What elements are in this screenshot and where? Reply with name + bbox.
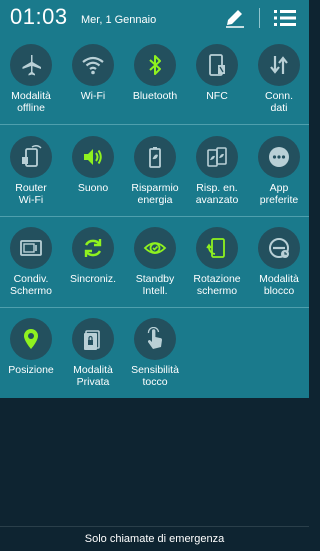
toggle-button-circle[interactable] xyxy=(134,44,176,86)
toggle-label: Wi-Fi xyxy=(80,90,106,102)
toggle-button-circle[interactable] xyxy=(10,44,52,86)
toggle-label: Rotazione schermo xyxy=(193,273,241,297)
toggle-button-circle[interactable] xyxy=(10,136,52,178)
date-label: Mer, 1 Gennaio xyxy=(81,14,157,26)
toggle-wifi[interactable]: Wi-Fi xyxy=(62,44,124,130)
toggle-label: Router Wi-Fi xyxy=(15,182,47,206)
toggle-button-circle[interactable] xyxy=(258,227,300,269)
toggle-button-circle[interactable] xyxy=(72,136,114,178)
touch-sensitivity-icon xyxy=(147,327,162,349)
toggle-router[interactable]: Router Wi-Fi xyxy=(0,136,62,222)
more-apps-icon xyxy=(269,147,289,167)
grid-list-icon[interactable] xyxy=(274,10,296,26)
toggle-label: Posizione xyxy=(8,364,54,376)
toggle-button-circle[interactable] xyxy=(10,227,52,269)
toggle-label: Modalità offline xyxy=(11,90,51,114)
airplane-icon xyxy=(22,55,41,76)
toggle-data-connection[interactable]: Conn. dati xyxy=(248,44,310,130)
toggle-battery-advanced[interactable]: Risp. en. avanzato xyxy=(186,136,248,222)
toggle-nfc[interactable]: NFC xyxy=(186,44,248,130)
toggle-button-circle[interactable] xyxy=(134,227,176,269)
toggle-button-circle[interactable] xyxy=(196,227,238,269)
emergency-text: Solo chiamate di emergenza xyxy=(84,533,225,545)
toggle-sound[interactable]: Suono xyxy=(62,136,124,222)
screen-share-icon xyxy=(20,240,42,256)
toggle-button-circle[interactable] xyxy=(10,318,52,360)
toggle-label: App preferite xyxy=(259,182,299,206)
toggle-button-circle[interactable] xyxy=(196,136,238,178)
sound-icon xyxy=(84,149,102,165)
toggle-block-mode[interactable]: Modalità blocco xyxy=(248,227,310,313)
toggle-label: NFC xyxy=(206,90,228,102)
toggle-label: Sensibilità tocco xyxy=(131,364,179,388)
toggle-label: Suono xyxy=(77,182,109,194)
toggle-button-circle[interactable] xyxy=(258,44,300,86)
nfc-icon xyxy=(209,54,225,76)
toggle-bluetooth[interactable]: Bluetooth xyxy=(124,44,186,130)
toggle-label: Risparmio energia xyxy=(131,182,179,206)
battery-saver-icon xyxy=(149,147,161,168)
toggle-screen-share[interactable]: Condiv. Schermo xyxy=(0,227,62,313)
toggle-label: Modalità blocco xyxy=(259,273,299,297)
bluetooth-icon xyxy=(149,55,161,75)
edit-icon[interactable] xyxy=(224,8,246,28)
toggle-button-circle[interactable] xyxy=(72,227,114,269)
battery-advanced-icon xyxy=(207,147,227,167)
private-mode-icon xyxy=(84,330,100,350)
header-divider xyxy=(259,8,260,28)
toggle-label: Sincroniz. xyxy=(69,273,117,285)
toggle-location[interactable]: Posizione xyxy=(0,318,62,404)
toggle-button-circle[interactable] xyxy=(196,44,238,86)
router-icon xyxy=(22,145,42,167)
smart-stay-icon xyxy=(143,242,167,254)
sync-icon xyxy=(84,239,102,257)
toggle-label: Bluetooth xyxy=(132,90,178,102)
location-icon xyxy=(24,329,38,349)
toggle-battery-saver[interactable]: Risparmio energia xyxy=(124,136,186,222)
toggle-sync[interactable]: Sincroniz. xyxy=(62,227,124,313)
rotation-icon xyxy=(206,238,225,258)
clock: 01:03 xyxy=(10,4,68,29)
toggle-airplane[interactable]: Modalità offline xyxy=(0,44,62,130)
toggle-label: Standby Intell. xyxy=(135,273,175,297)
emergency-bar: Solo chiamate di emergenza xyxy=(0,526,309,551)
toggle-label: Modalità Privata xyxy=(73,364,113,388)
toggle-private-mode[interactable]: Modalità Privata xyxy=(62,318,124,404)
toggle-button-circle[interactable] xyxy=(134,136,176,178)
toggle-label: Conn. dati xyxy=(264,90,294,114)
status-header: 01:03 Mer, 1 Gennaio xyxy=(0,0,309,36)
toggle-label: Condiv. Schermo xyxy=(9,273,52,297)
wifi-icon xyxy=(82,56,104,75)
toggle-button-circle[interactable] xyxy=(134,318,176,360)
toggle-smart-stay[interactable]: Standby Intell. xyxy=(124,227,186,313)
block-mode-icon xyxy=(269,238,289,258)
toggle-button-circle[interactable] xyxy=(258,136,300,178)
toggle-touch-sensitivity[interactable]: Sensibilità tocco xyxy=(124,318,186,404)
toggle-button-circle[interactable] xyxy=(72,318,114,360)
toggle-button-circle[interactable] xyxy=(72,44,114,86)
data-connection-icon xyxy=(270,56,288,74)
quick-settings-panel: 01:03 Mer, 1 Gennaio Modalità offline Wi-… xyxy=(0,0,309,398)
toggle-label: Risp. en. avanzato xyxy=(195,182,239,206)
toggle-more-apps[interactable]: App preferite xyxy=(248,136,310,222)
toggle-rotation[interactable]: Rotazione schermo xyxy=(186,227,248,313)
